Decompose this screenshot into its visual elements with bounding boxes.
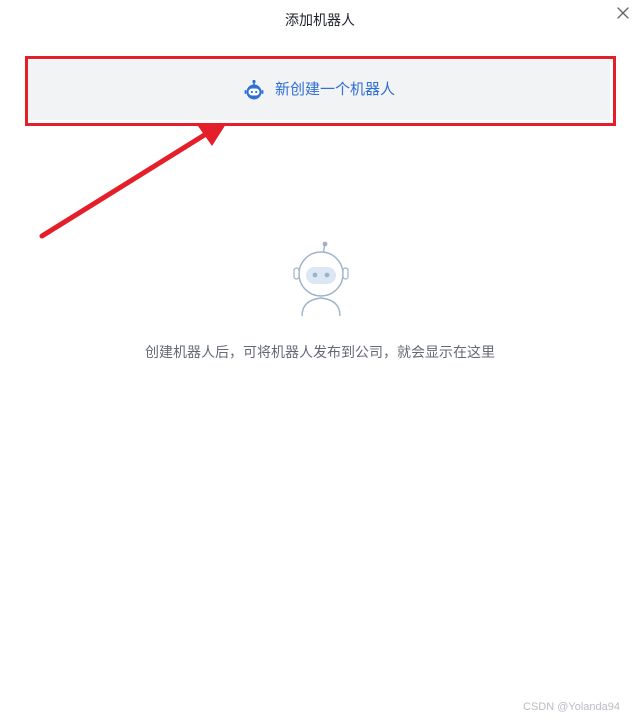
empty-state-text: 创建机器人后，可将机器人发布到公司，就会显示在这里 — [145, 344, 495, 360]
watermark: CSDN @Yolanda94 — [523, 701, 620, 713]
arrow-icon — [39, 124, 226, 239]
robot-illustration-icon — [293, 241, 349, 317]
dialog-title: 添加机器人 — [285, 12, 355, 28]
close-button[interactable] — [614, 4, 632, 22]
close-icon — [617, 7, 629, 19]
robot-icon — [244, 79, 264, 100]
add-robot-dialog: 添加机器人 新创建一个机器人 创建机器人后，可将机器人发布到公司，就会显示在这里… — [0, 0, 640, 720]
create-robot-label: 新创建一个机器人 — [274, 81, 395, 98]
create-robot-content: 新创建一个机器人 — [243, 79, 395, 101]
create-robot-button[interactable]: 新创建一个机器人 — [28, 60, 610, 120]
